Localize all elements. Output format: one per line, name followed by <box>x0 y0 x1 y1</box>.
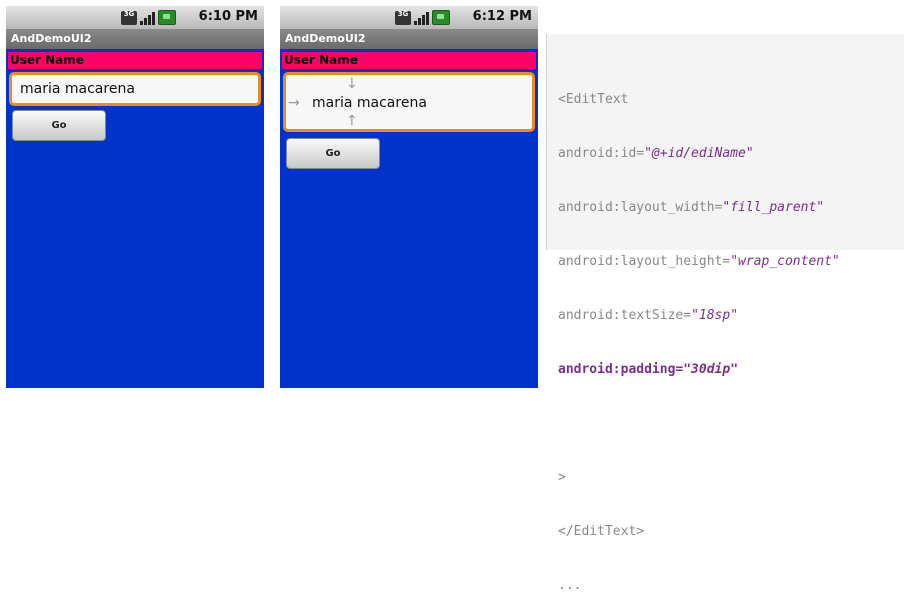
code-line-textsize: android:textSize="18sp" <box>558 308 739 323</box>
code-line-padding: android:padding="30dip" <box>558 362 739 377</box>
code-line-ellipsis: ... <box>558 578 582 593</box>
code-line-gt: > <box>558 470 566 485</box>
go-button[interactable]: Go <box>286 138 380 169</box>
status-bar: 3G 6:10 PM <box>6 6 264 29</box>
battery-icon <box>432 10 450 25</box>
battery-icon <box>158 10 176 25</box>
status-icons: 3G <box>121 10 176 25</box>
code-snippet: <EditText android:id="@+id/ediName" andr… <box>546 34 904 593</box>
signal-icon <box>140 11 155 25</box>
signal-icon <box>414 11 429 25</box>
code-line-open-tag: <EditText <box>558 92 629 107</box>
user-name-input[interactable]: maria macarena <box>9 72 261 106</box>
status-time: 6:10 PM <box>198 9 258 24</box>
code-line-close-tag: </EditText> <box>558 524 645 539</box>
code-line-width: android:layout_width="fill_parent" <box>558 200 825 215</box>
user-name-input-padded[interactable]: ↓ → maria macarena ↑ <box>283 72 535 132</box>
status-time: 6:12 PM <box>472 9 532 24</box>
go-button[interactable]: Go <box>12 110 106 141</box>
code-line-id: android:id="@+id/ediName" <box>558 146 754 161</box>
phone-screen-1: 3G 6:10 PM AndDemoUI2 User Name maria ma… <box>6 6 264 388</box>
arrow-right-icon: → <box>288 95 300 111</box>
user-name-label: User Name <box>282 52 536 69</box>
user-name-label: User Name <box>8 52 262 69</box>
app-title: AndDemoUI2 <box>280 29 538 49</box>
code-line-height: android:layout_height="wrap_content" <box>558 254 840 269</box>
status-icons: 3G <box>395 10 450 25</box>
phone-screen-2: 3G 6:12 PM AndDemoUI2 User Name ↓ → mari… <box>280 6 538 388</box>
input-value: maria macarena <box>312 95 427 111</box>
network-3g-icon: 3G <box>395 10 411 25</box>
app-title: AndDemoUI2 <box>6 29 264 49</box>
arrow-down-icon: ↓ <box>346 76 358 92</box>
network-3g-icon: 3G <box>121 10 137 25</box>
arrow-up-icon: ↑ <box>346 113 358 129</box>
status-bar: 3G 6:12 PM <box>280 6 538 29</box>
